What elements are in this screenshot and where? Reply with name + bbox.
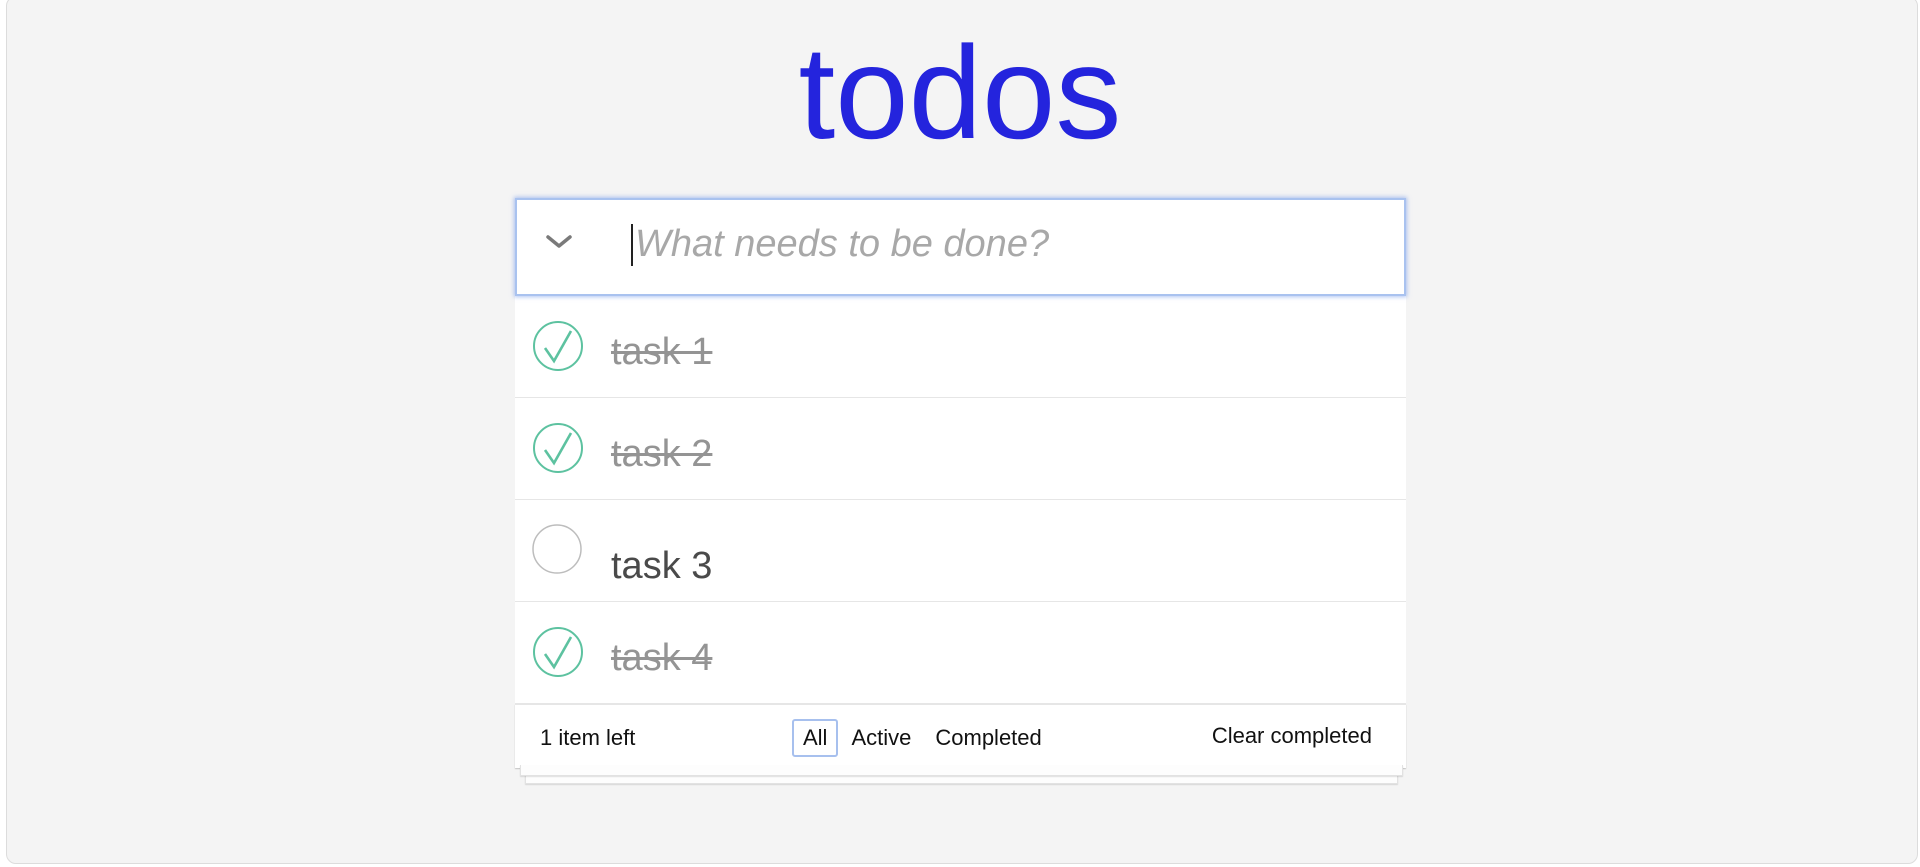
check-circle-icon bbox=[533, 627, 583, 677]
filter-tabs: All Active Completed bbox=[792, 719, 1055, 757]
chevron-down-icon bbox=[546, 235, 572, 248]
todo-toggle-checked-icon[interactable] bbox=[532, 320, 584, 372]
toggle-all-chevron-down-icon[interactable] bbox=[539, 222, 579, 262]
todo-label[interactable]: task 1 bbox=[611, 330, 712, 374]
todo-label[interactable]: task 3 bbox=[611, 544, 712, 588]
todo-toggle-checked-icon[interactable] bbox=[532, 422, 584, 474]
todo-toggle-unchecked-icon[interactable] bbox=[532, 524, 584, 576]
check-circle-icon bbox=[533, 423, 583, 473]
filter-all[interactable]: All bbox=[792, 719, 839, 757]
todo-footer: 1 item left All Active Completed Clear c… bbox=[515, 704, 1406, 784]
app-title: todos bbox=[798, 19, 1122, 166]
todo-label[interactable]: task 2 bbox=[611, 432, 712, 476]
todo-item: task 4 bbox=[515, 602, 1406, 704]
filter-active[interactable]: Active bbox=[840, 719, 922, 757]
text-cursor bbox=[631, 224, 633, 266]
check-circle-icon bbox=[533, 321, 583, 371]
clear-completed-button[interactable]: Clear completed bbox=[1212, 723, 1372, 749]
filter-completed[interactable]: Completed bbox=[924, 719, 1052, 757]
todo-list: task 1 task 2 task 3 task 4 bbox=[515, 296, 1406, 704]
stacked-paper-edge bbox=[520, 765, 1403, 776]
items-left-count: 1 item left bbox=[540, 725, 636, 750]
new-todo-input[interactable] bbox=[631, 216, 1375, 272]
todo-item: task 1 bbox=[515, 296, 1406, 398]
todo-item: task 2 bbox=[515, 398, 1406, 500]
todo-label[interactable]: task 4 bbox=[611, 636, 712, 680]
todo-item: task 3 bbox=[515, 500, 1406, 602]
todo-toggle-checked-icon[interactable] bbox=[532, 626, 584, 678]
new-todo-header bbox=[515, 198, 1406, 296]
todo-app: task 1 task 2 task 3 bbox=[515, 198, 1406, 784]
empty-circle-icon bbox=[532, 524, 582, 574]
